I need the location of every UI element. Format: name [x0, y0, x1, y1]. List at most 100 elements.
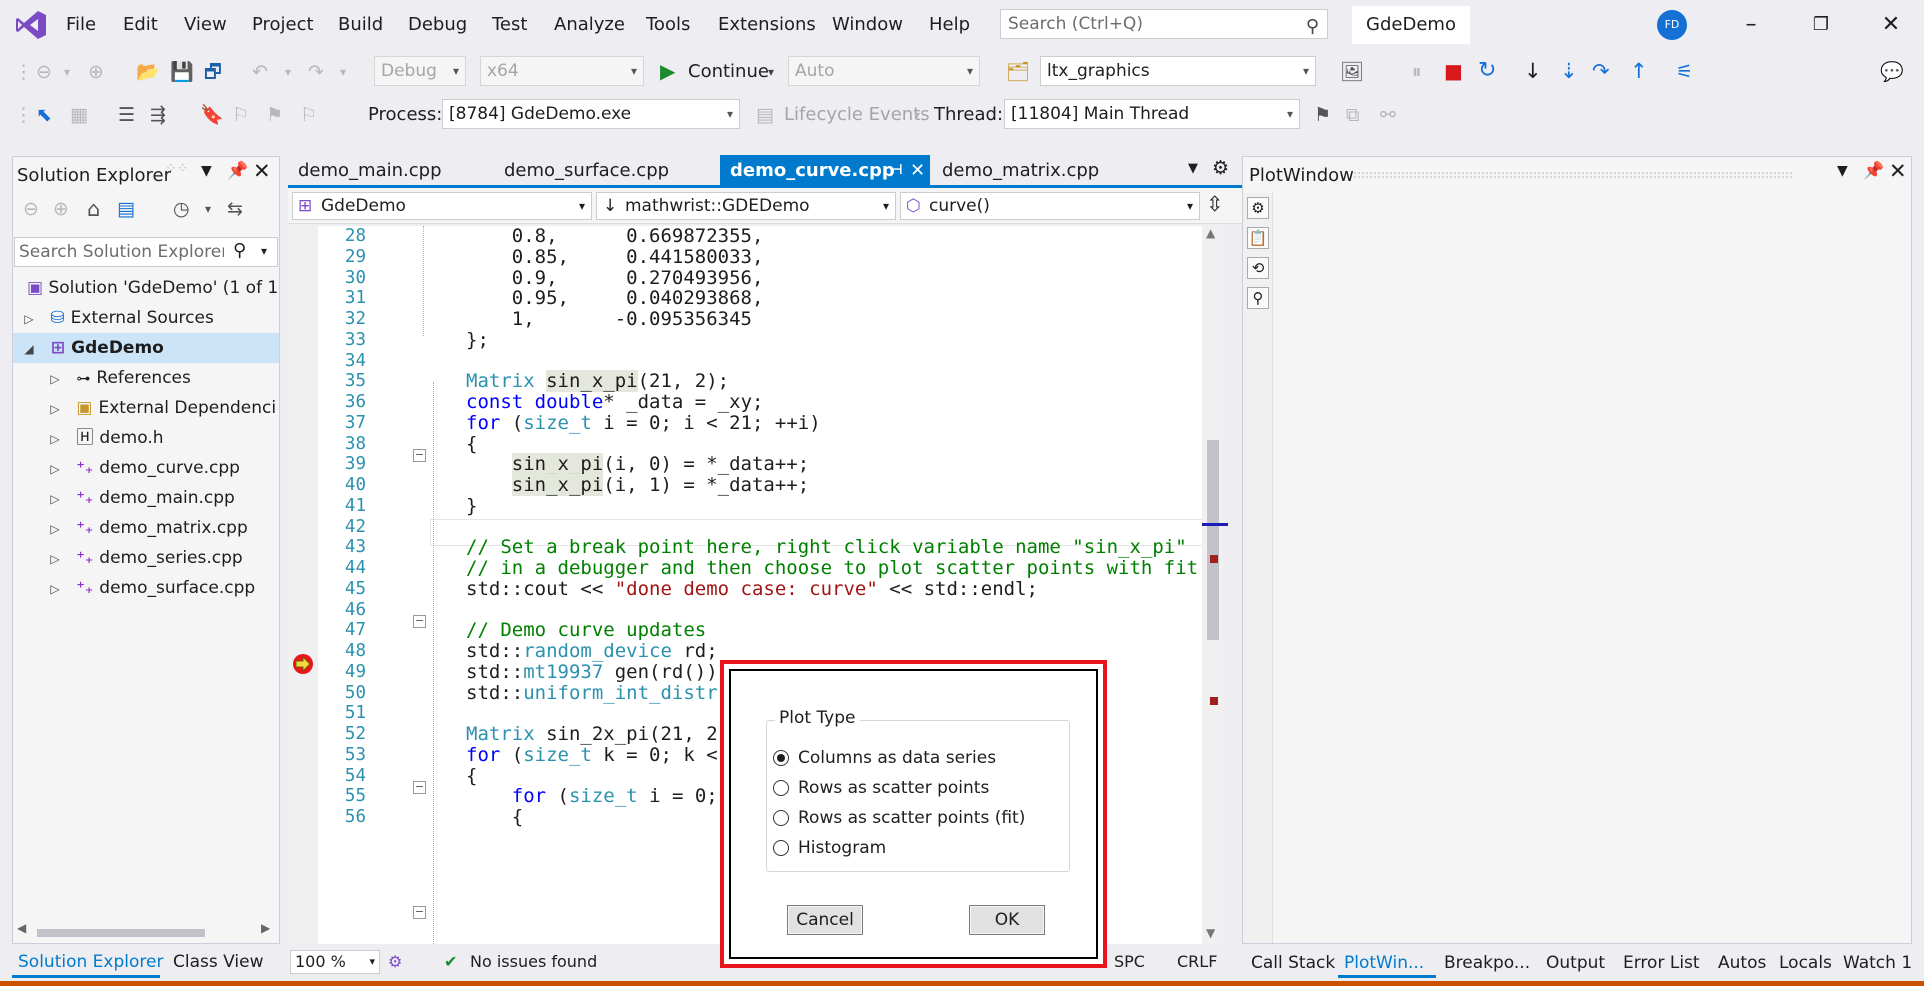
- menu-debug[interactable]: Debug: [408, 14, 467, 35]
- tree-item-external-dependencies[interactable]: ▷ ▣ External Dependenci: [13, 393, 279, 423]
- stop-icon[interactable]: ■: [1444, 56, 1463, 86]
- back-dropdown-icon[interactable]: ▾: [64, 57, 70, 87]
- menu-tools[interactable]: Tools: [646, 14, 690, 35]
- feedback-icon[interactable]: 💬: [1880, 57, 1904, 87]
- code-line[interactable]: 1, -0.095356345: [466, 306, 752, 332]
- breakpoint-current-statement-icon[interactable]: [291, 652, 315, 676]
- tab-demo-surface[interactable]: demo_surface.cpp: [494, 155, 679, 186]
- play-icon[interactable]: ▶: [660, 56, 675, 86]
- undo-dropdown-icon[interactable]: ▾: [285, 57, 291, 87]
- collapse-arrow-icon[interactable]: ◢: [19, 334, 39, 364]
- redo-icon[interactable]: ↷: [308, 57, 324, 87]
- expand-arrow-icon[interactable]: ▷: [45, 514, 65, 544]
- sync-icon[interactable]: ⇆: [227, 194, 243, 224]
- ok-button[interactable]: OK: [969, 905, 1045, 935]
- chevron-down-icon[interactable]: ▾: [261, 244, 267, 258]
- menu-analyze[interactable]: Analyze: [554, 14, 625, 35]
- scroll-thumb[interactable]: [37, 929, 205, 937]
- tab-plot-window[interactable]: PlotWin...: [1344, 950, 1424, 976]
- code-line[interactable]: std::cout << "done demo case: curve" << …: [466, 576, 1038, 602]
- menu-project[interactable]: Project: [252, 14, 314, 35]
- home-icon[interactable]: ⌂: [87, 194, 100, 224]
- intellicode-icon[interactable]: ⚙: [388, 948, 402, 976]
- nav-member-combo[interactable]: ⬡ curve() ▾: [900, 192, 1200, 220]
- close-icon[interactable]: ✕: [1871, 8, 1911, 42]
- pause-icon[interactable]: ⏸: [1412, 57, 1422, 87]
- tree-item-references[interactable]: ▷ ⊶ References: [13, 363, 279, 393]
- platform-combo[interactable]: x64 ▾: [480, 56, 644, 86]
- lifecycle-dropdown-icon[interactable]: ▾: [914, 100, 920, 130]
- select-element-icon[interactable]: ⬉: [36, 100, 52, 130]
- fold-toggle-icon[interactable]: −: [413, 781, 426, 794]
- search-input[interactable]: Search (Ctrl+Q) ⚲: [1000, 9, 1328, 39]
- code-line[interactable]: {: [466, 804, 523, 830]
- pin-icon[interactable]: 📌: [1863, 161, 1884, 181]
- continue-dropdown-icon[interactable]: ▾: [768, 57, 774, 87]
- radio-button[interactable]: [773, 780, 789, 796]
- close-tab-icon[interactable]: ✕: [910, 155, 925, 186]
- editor-scroll-thumb[interactable]: [1207, 440, 1219, 640]
- step-into-icon[interactable]: ⇣: [1560, 56, 1578, 86]
- refresh-icon[interactable]: ⟲: [1247, 257, 1269, 279]
- save-icon[interactable]: 💾: [170, 57, 194, 87]
- back-icon[interactable]: ⊖: [36, 57, 52, 87]
- diagnostic-icon[interactable]: ⚟: [1676, 57, 1693, 87]
- radio-histogram[interactable]: Histogram: [773, 835, 886, 861]
- graphics-lib-combo[interactable]: ltx_graphics ▾: [1040, 56, 1316, 86]
- step-over-icon[interactable]: ↷: [1592, 56, 1610, 86]
- tree-item-demo-curve[interactable]: ▷ ⁺₊ demo_curve.cpp: [13, 453, 279, 483]
- bookmark-icon[interactable]: 🔖: [200, 100, 224, 130]
- menu-test[interactable]: Test: [492, 14, 527, 35]
- stack-frame-icon[interactable]: ⚯: [1380, 100, 1396, 130]
- dropdown-icon[interactable]: ▾: [205, 194, 211, 224]
- tree-item-demo-matrix[interactable]: ▷ ⁺₊ demo_matrix.cpp: [13, 513, 279, 543]
- lifecycle-events-button[interactable]: Lifecycle Events: [784, 104, 930, 125]
- radio-columns-as-data-series[interactable]: Columns as data series: [773, 745, 996, 771]
- fold-toggle-icon[interactable]: −: [413, 449, 426, 462]
- thread-switch-icon[interactable]: ⧉: [1346, 100, 1360, 130]
- menu-edit[interactable]: Edit: [123, 14, 158, 35]
- menu-window[interactable]: Window: [832, 14, 903, 35]
- indent-icon[interactable]: ⇶: [150, 100, 166, 130]
- back-icon[interactable]: ⊖: [23, 194, 39, 224]
- expand-arrow-icon[interactable]: ▷: [45, 454, 65, 484]
- settings-gear-icon[interactable]: ⚙: [1212, 157, 1229, 179]
- tab-locals[interactable]: Locals: [1779, 950, 1832, 976]
- issues-status[interactable]: No issues found: [470, 948, 597, 976]
- tab-error-list[interactable]: Error List: [1623, 950, 1700, 976]
- forward-icon[interactable]: ⊕: [53, 194, 69, 224]
- fold-toggle-icon[interactable]: −: [413, 906, 426, 919]
- tab-list-dropdown-icon[interactable]: ▼: [1188, 161, 1198, 176]
- format-icon[interactable]: ☰: [118, 100, 135, 130]
- configuration-combo[interactable]: Debug ▾: [374, 56, 466, 86]
- undo-icon[interactable]: ↶: [252, 57, 268, 87]
- tree-solution-node[interactable]: ▣ Solution 'GdeDemo' (1 of 1: [13, 273, 279, 303]
- expand-arrow-icon[interactable]: ▷: [45, 574, 65, 604]
- step-out-icon[interactable]: ↑: [1630, 56, 1648, 86]
- menu-file[interactable]: File: [66, 14, 96, 35]
- radio-button[interactable]: [773, 750, 789, 766]
- radio-button[interactable]: [773, 810, 789, 826]
- tree-item-gdedemo[interactable]: ◢ ⊞ GdeDemo: [13, 333, 279, 363]
- zoom-combo[interactable]: 100 % ▾: [290, 950, 380, 974]
- save-all-icon[interactable]: 🗗: [204, 57, 222, 87]
- expand-arrow-icon[interactable]: ▷: [45, 484, 65, 514]
- solution-search-input[interactable]: Search Solution Explorer ( ⚲ ▾: [14, 237, 278, 267]
- menu-help[interactable]: Help: [929, 14, 970, 35]
- pending-changes-icon[interactable]: ◷: [173, 194, 190, 224]
- code-line[interactable]: };: [466, 327, 489, 353]
- scroll-left-icon[interactable]: ◀: [17, 921, 26, 935]
- panel-close-icon[interactable]: ✕: [253, 159, 271, 183]
- switch-views-icon[interactable]: ▤: [117, 194, 135, 224]
- tab-breakpoints[interactable]: Breakpo...: [1444, 950, 1530, 976]
- panel-close-icon[interactable]: ✕: [1889, 159, 1907, 183]
- tree-item-demo-surface[interactable]: ▷ ⁺₊ demo_surface.cpp: [13, 573, 279, 603]
- tab-output[interactable]: Output: [1546, 950, 1605, 976]
- prev-bookmark-icon[interactable]: ⚐: [232, 100, 249, 130]
- redo-dropdown-icon[interactable]: ▾: [340, 57, 346, 87]
- flag-icon[interactable]: ⚑: [1314, 100, 1331, 130]
- tab-demo-matrix[interactable]: demo_matrix.cpp: [932, 155, 1109, 186]
- code-line[interactable]: for (size_t i = 0; i < 21; ++i): [466, 410, 821, 436]
- tab-autos[interactable]: Autos: [1718, 950, 1766, 976]
- tab-watch-1[interactable]: Watch 1: [1843, 950, 1912, 976]
